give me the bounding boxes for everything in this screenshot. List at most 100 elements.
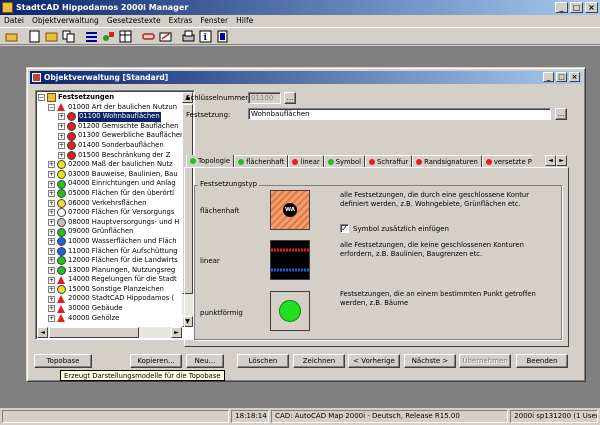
close-button[interactable]: × [585, 2, 598, 13]
tree-item[interactable]: +40000 Gehölze [38, 314, 182, 324]
expand-toggle[interactable]: + [48, 180, 55, 188]
expand-toggle[interactable]: + [58, 123, 65, 131]
expand-toggle[interactable]: + [48, 171, 55, 179]
tab-1[interactable]: flächenhaft [234, 155, 289, 167]
expand-toggle[interactable]: + [48, 199, 55, 207]
tree-item[interactable]: +03000 Bauweise, Baulinien, Bau [38, 170, 182, 180]
tree-item[interactable]: +14000 Regelungen für die Stadt [38, 275, 182, 285]
new-document-icon[interactable] [27, 29, 42, 44]
key-number-field[interactable]: 01100 [248, 92, 281, 104]
tree-item[interactable]: +11000 Flächen für Aufschüttung [38, 247, 182, 257]
expand-toggle[interactable]: + [48, 266, 55, 274]
expand-toggle[interactable]: − [48, 103, 55, 111]
expand-toggle[interactable]: + [48, 190, 55, 198]
expand-toggle[interactable]: + [48, 305, 55, 313]
tree-item[interactable]: +01500 Beschränkung der Z [38, 151, 182, 161]
flaechenhaft-preview[interactable]: WA [270, 190, 310, 230]
festsetzung-browse-button[interactable]: ... [555, 108, 567, 120]
tree-item[interactable]: +05000 Flächen für den überörtl [38, 189, 182, 199]
tab-2[interactable]: linear [288, 155, 324, 167]
tree-item[interactable]: +12000 Flächen für die Landwirts [38, 256, 182, 266]
minimize-button[interactable]: _ [555, 2, 568, 13]
tree-item[interactable]: +30000 Gebäude [38, 304, 182, 314]
menu-extras[interactable]: Extras [169, 15, 193, 27]
punkt-preview[interactable] [270, 291, 310, 331]
tree-item[interactable]: +09000 Grünflächen [38, 227, 182, 237]
window-maximize-button[interactable]: □ [556, 72, 567, 82]
tab-4[interactable]: Schraffur [365, 155, 413, 167]
table-icon[interactable] [118, 29, 133, 44]
window-minimize-button[interactable]: _ [543, 72, 554, 82]
open-folder-icon[interactable] [4, 29, 19, 44]
festsetzungen-tree[interactable]: − Festsetzungen − 01000 Art der baulichen… [35, 90, 195, 340]
tree-root[interactable]: − Festsetzungen [38, 93, 182, 103]
naechste-button[interactable]: Nächste > [404, 354, 456, 368]
copy-icon[interactable] [61, 29, 76, 44]
exit-door-icon[interactable] [215, 29, 230, 44]
expand-toggle[interactable]: + [58, 113, 65, 121]
loeschen-button[interactable]: Löschen [237, 354, 289, 368]
window-close-button[interactable]: × [569, 72, 580, 82]
edit-icon[interactable] [158, 29, 173, 44]
tree-item[interactable]: +10000 Wasserflächen und Fläch [38, 237, 182, 247]
info-icon[interactable]: i [198, 29, 213, 44]
menu-objektverwaltung[interactable]: Objektverwaltung [32, 15, 99, 27]
expand-toggle[interactable]: + [48, 295, 55, 303]
expand-toggle[interactable]: + [48, 286, 55, 294]
tree-item[interactable]: − 01000 Art der baulichen Nutzun [38, 103, 182, 113]
tree-item[interactable]: +01200 Gemischte Bauflächen [38, 122, 182, 132]
expand-toggle[interactable]: + [48, 161, 55, 169]
tab-scroll-right-icon[interactable]: ► [556, 155, 567, 166]
beenden-button[interactable]: Beenden [516, 354, 568, 368]
linear-preview[interactable] [270, 240, 310, 280]
menu-fenster[interactable]: Fenster [200, 15, 228, 27]
zeichnen-button[interactable]: Zeichnen [293, 354, 345, 368]
expand-toggle[interactable]: + [58, 132, 65, 140]
tree-item[interactable]: +02000 Maß der baulichen Nutz [38, 160, 182, 170]
scroll-right-icon[interactable]: ► [171, 327, 182, 338]
menu-datei[interactable]: Datei [4, 15, 24, 27]
kopieren-button[interactable]: Kopieren... [130, 354, 182, 368]
tree-item[interactable]: +01400 Sonderbauflächen [38, 141, 182, 151]
open-document-icon[interactable] [44, 29, 59, 44]
neu-button[interactable]: Neu... [186, 354, 224, 368]
maximize-button[interactable]: □ [570, 2, 583, 13]
expand-toggle[interactable]: + [48, 276, 55, 284]
tree-item[interactable]: +06000 Verkehrsflächen [38, 199, 182, 209]
tree-item[interactable]: +13000 Planungen, Nutzungsreg [38, 266, 182, 276]
expand-toggle[interactable]: + [58, 142, 65, 150]
tree-horizontal-scrollbar[interactable]: ◄ ► [37, 327, 182, 338]
expand-toggle[interactable]: + [58, 151, 65, 159]
list-icon[interactable] [84, 29, 99, 44]
tab-0[interactable]: Topologie [186, 155, 235, 167]
vorherige-button[interactable]: < Vorherige [348, 354, 400, 368]
expand-toggle[interactable]: + [48, 257, 55, 265]
expand-toggle[interactable]: + [48, 219, 55, 227]
menu-hilfe[interactable]: Hilfe [236, 15, 253, 27]
tree-item[interactable]: +01300 Gewerbliche Bauflächen [38, 131, 182, 141]
key-browse-button[interactable]: ... [284, 92, 296, 104]
tab-5[interactable]: Randsignaturen [412, 155, 482, 167]
tree-item[interactable]: +08000 Hauptversorgungs- und H [38, 218, 182, 228]
expand-toggle[interactable]: + [48, 314, 55, 322]
expand-toggle[interactable]: + [48, 209, 55, 217]
shapes-icon[interactable] [101, 29, 116, 44]
scroll-left-icon[interactable]: ◄ [37, 327, 48, 338]
tree-item[interactable]: +15000 Sonstige Planzeichen [38, 285, 182, 295]
tab-3[interactable]: Symbol [323, 155, 366, 167]
collapse-toggle[interactable]: − [38, 94, 45, 102]
print-icon[interactable] [181, 29, 196, 44]
tree-item[interactable]: +01100 Wohnbauflächen [38, 112, 182, 122]
hscroll-thumb[interactable] [49, 327, 139, 338]
expand-toggle[interactable]: + [48, 228, 55, 236]
tab-scroll-left-icon[interactable]: ◄ [545, 155, 556, 166]
tree-item[interactable]: +04000 Einrichtungen und Anlag [38, 179, 182, 189]
menu-gesetzestexte[interactable]: Gesetzestexte [107, 15, 161, 27]
expand-toggle[interactable]: + [48, 238, 55, 246]
link-icon[interactable] [141, 29, 156, 44]
tree-item[interactable]: +20000 StadtCAD Hippodamos ( [38, 294, 182, 304]
festsetzung-field[interactable]: Wohnbauflächen [248, 108, 551, 120]
uebernehmen-button[interactable]: Übernehmen [459, 354, 511, 368]
topobase-button[interactable]: Topobase [34, 354, 92, 368]
tree-item[interactable]: +07000 Flächen für Versorgungs [38, 208, 182, 218]
